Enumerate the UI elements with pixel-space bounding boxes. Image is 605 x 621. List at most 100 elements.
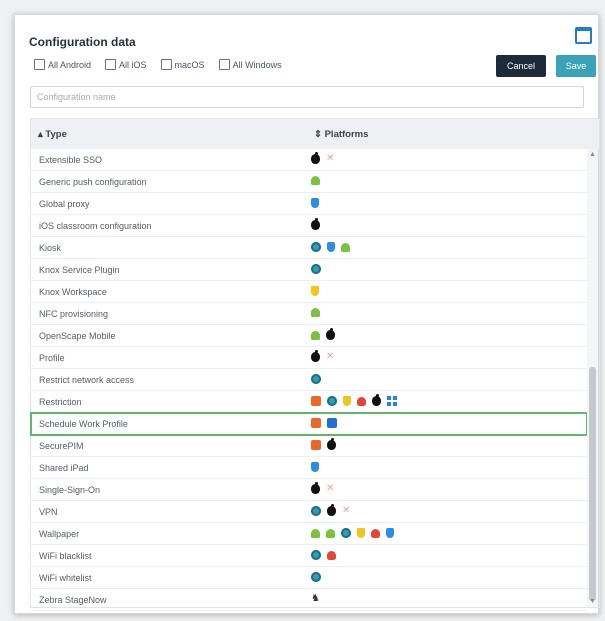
row-type-name: iOS classroom configuration	[39, 221, 152, 231]
row-type-name: Schedule Work Profile	[39, 419, 128, 429]
cancel-button[interactable]: Cancel	[496, 55, 546, 77]
table-header: ▴ Type ⇕ Platforms	[31, 119, 599, 149]
column-header-platforms[interactable]: ⇕ Platforms	[314, 129, 368, 140]
circle-teal-icon	[311, 506, 321, 516]
checkbox-icon[interactable]	[34, 59, 45, 70]
shield-icon	[343, 396, 351, 406]
circle-teal-icon	[311, 550, 321, 560]
circle-teal-icon	[311, 572, 321, 582]
table-row[interactable]: OpenScape Mobile	[31, 325, 587, 347]
filter-macos[interactable]: macOS	[160, 59, 205, 70]
apple-icon	[311, 482, 320, 494]
table-row[interactable]: Profile ✕	[31, 347, 587, 369]
filter-all-ios[interactable]: All iOS	[105, 59, 147, 70]
row-type-name: Knox Workspace	[39, 287, 107, 297]
shield-icon	[311, 286, 319, 296]
ios-icon	[327, 242, 335, 252]
tool-icon	[311, 440, 321, 450]
x-icon: ✕	[326, 153, 335, 164]
table-row[interactable]: Zebra StageNow ♞	[31, 589, 587, 611]
row-platform-icons	[311, 572, 321, 582]
apple-icon	[311, 218, 320, 230]
row-platform-icons	[311, 218, 320, 230]
row-platform-icons: ♞	[311, 594, 320, 604]
row-platform-icons	[311, 242, 350, 252]
table-row[interactable]: Restrict network access	[31, 369, 587, 391]
table-row[interactable]: Single-Sign-On ✕	[31, 479, 587, 501]
apple-icon	[372, 394, 381, 406]
save-button[interactable]: Save	[556, 55, 596, 77]
column-header-type[interactable]: ▴ Type	[38, 129, 67, 140]
row-type-name: Wallpaper	[39, 529, 80, 539]
row-type-name: Zebra StageNow	[39, 595, 107, 605]
filter-label: All iOS	[119, 59, 147, 70]
scroll-up-icon[interactable]: ▲	[589, 151, 596, 158]
dialog-title: Configuration data	[29, 35, 136, 49]
circle-teal-icon	[327, 396, 337, 406]
table-row[interactable]: iOS classroom configuration	[31, 215, 587, 237]
apple-icon	[311, 152, 320, 164]
row-platform-icons	[311, 550, 336, 560]
android-icon	[341, 242, 350, 252]
table-scrollbar[interactable]: ▲ ▼	[587, 149, 598, 607]
table-row[interactable]: Kiosk	[31, 237, 587, 259]
row-platform-icons	[311, 308, 320, 317]
table-row[interactable]: WiFi blacklist	[31, 545, 587, 567]
platform-filters: All Android All iOS macOS All Windows	[34, 59, 282, 70]
row-type-name: Restriction	[39, 397, 82, 407]
case-icon	[327, 418, 337, 428]
android-icon	[311, 308, 320, 317]
android-icon	[311, 176, 320, 185]
circle-teal-icon	[311, 264, 321, 274]
table-row[interactable]: WiFi whitelist	[31, 567, 587, 589]
table-row[interactable]: Extensible SSO ✕	[31, 149, 587, 171]
row-type-name: Global proxy	[39, 199, 90, 209]
row-platform-icons	[311, 438, 336, 450]
row-platform-icons	[311, 176, 320, 185]
table-row[interactable]: NFC provisioning	[31, 303, 587, 325]
row-type-name: OpenScape Mobile	[39, 331, 116, 341]
row-type-name: Generic push configuration	[39, 177, 147, 187]
tool-icon	[311, 418, 321, 428]
row-type-name: NFC provisioning	[39, 309, 109, 319]
x-icon: ✕	[342, 505, 351, 516]
android-icon	[311, 528, 320, 538]
shield-icon	[357, 528, 365, 538]
table-row[interactable]: Schedule Work Profile	[30, 412, 588, 436]
window-maximize-icon[interactable]	[575, 27, 592, 44]
table-row[interactable]: Global proxy	[31, 193, 587, 215]
table-row[interactable]: Wallpaper	[31, 523, 587, 545]
row-platform-icons	[311, 286, 319, 296]
table-row[interactable]: Knox Service Plugin	[31, 259, 587, 281]
table-row[interactable]: VPN ✕	[31, 501, 587, 523]
row-type-name: VPN	[39, 507, 58, 517]
checkbox-icon[interactable]	[218, 59, 230, 70]
ios-icon	[311, 462, 319, 472]
table-row[interactable]: Restriction	[31, 391, 587, 413]
row-type-name: WiFi blacklist	[39, 551, 92, 561]
row-platform-icons: ✕	[311, 504, 351, 516]
scrollbar-thumb[interactable]	[589, 367, 596, 601]
apple-icon	[311, 350, 320, 362]
scroll-down-icon[interactable]: ▼	[589, 598, 596, 605]
row-platform-icons	[311, 374, 321, 384]
apple-icon	[326, 328, 335, 340]
table-row[interactable]: Generic push configuration	[31, 171, 587, 193]
table-row[interactable]: Shared iPad	[31, 457, 587, 479]
flame-icon	[371, 528, 380, 538]
filter-all-android[interactable]: All Android	[34, 59, 91, 70]
row-type-name: Profile	[39, 353, 65, 363]
table-row[interactable]: Knox Workspace	[31, 281, 587, 303]
table-row[interactable]: SecurePIM	[31, 435, 587, 457]
row-platform-icons	[311, 264, 321, 274]
android-icon	[326, 528, 335, 538]
configuration-name-input[interactable]	[30, 86, 584, 108]
windows-icon	[387, 396, 397, 406]
filter-label: All Windows	[232, 59, 282, 70]
circle-teal-icon	[311, 374, 321, 384]
checkbox-icon[interactable]	[160, 59, 172, 70]
filter-all-windows[interactable]: All Windows	[218, 59, 282, 70]
circle-teal-icon	[341, 528, 351, 538]
checkbox-icon[interactable]	[105, 59, 117, 70]
row-platform-icons	[311, 418, 337, 428]
